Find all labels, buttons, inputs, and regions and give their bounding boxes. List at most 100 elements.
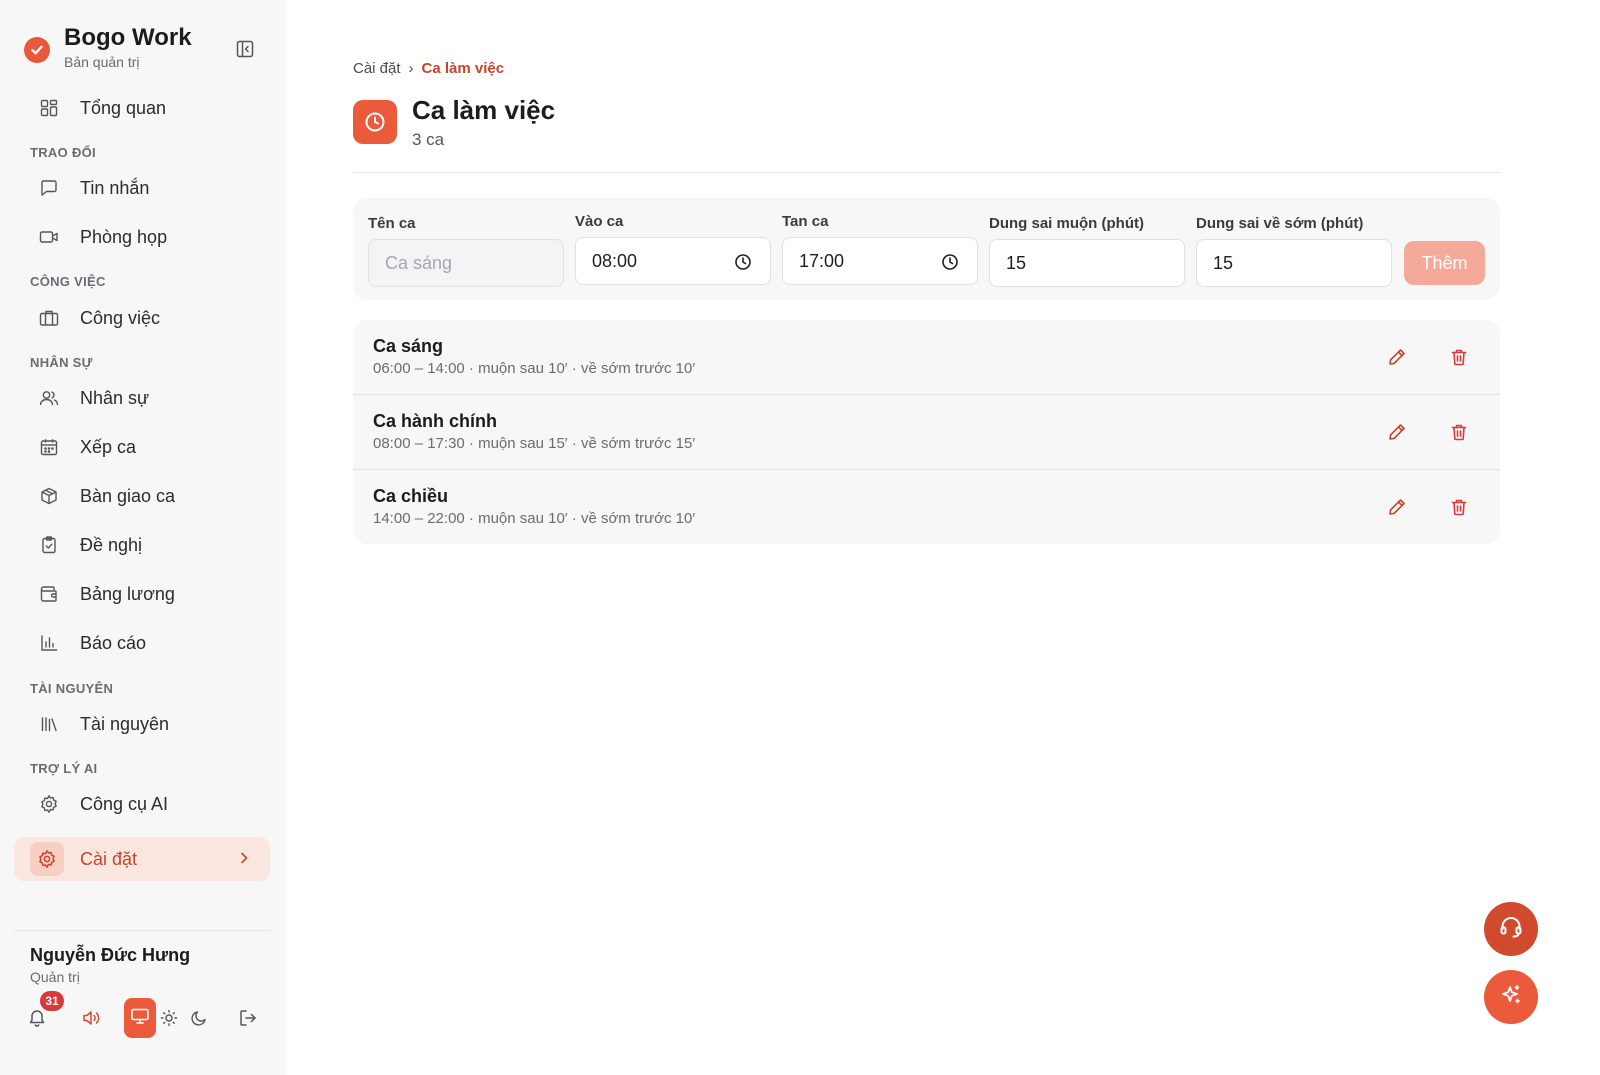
user-role: Quản trị [30, 969, 80, 985]
trash-icon[interactable] [1447, 495, 1471, 519]
early-tolerance-input[interactable]: 15 [1196, 239, 1392, 287]
shift-name: Ca hành chính [373, 411, 498, 431]
add-shift-button[interactable]: Thêm [1404, 241, 1485, 285]
clock-icon [353, 100, 397, 144]
headset-icon [1498, 914, 1524, 945]
clipboard-check-icon [32, 528, 66, 562]
sidebar-item-label: Đề nghị [80, 534, 143, 555]
trash-icon[interactable] [1447, 420, 1471, 444]
monitor-icon [130, 1007, 150, 1030]
shift-list: Ca sáng 06:00 – 14:00 · muộn sau 10′ · v… [353, 320, 1500, 544]
start-time-label: Vào ca [575, 213, 624, 230]
late-tolerance-input[interactable]: 15 [989, 239, 1185, 287]
brand[interactable]: Bogo Work Bản quản trị [24, 24, 192, 70]
sidebar-item-messages[interactable]: Tin nhắn [14, 166, 270, 210]
ai-assistant-button[interactable] [1484, 970, 1538, 1024]
pencil-icon[interactable] [1385, 420, 1409, 444]
user-name: Nguyễn Đức Hưng [30, 945, 191, 965]
breadcrumb-current: Ca làm việc [421, 60, 505, 77]
sidebar-item-requests[interactable]: Đề nghị [14, 523, 270, 567]
sidebar-item-payroll[interactable]: Bảng lương [14, 572, 270, 616]
sidebar-item-scheduling[interactable]: Xếp ca [14, 425, 270, 469]
shift-name-label: Tên ca [368, 215, 416, 232]
early-tolerance-label: Dung sai về sớm (phút) [1196, 215, 1364, 232]
collapse-sidebar-icon[interactable] [234, 38, 256, 60]
sidebar-item-settings[interactable]: Cài đặt [14, 837, 270, 881]
sidebar-item-label: Bảng lương [80, 583, 175, 604]
sidebar-item-label: Báo cáo [80, 632, 147, 653]
shift-details: 06:00 – 14:00 · muộn sau 10′ · về sớm tr… [373, 360, 696, 377]
library-icon [32, 707, 66, 741]
support-button[interactable] [1484, 902, 1538, 956]
brand-logo-icon [24, 37, 50, 63]
section-label-tai-nguyen: TÀI NGUYÊN [30, 681, 114, 696]
page-subtitle: 3 ca [412, 130, 445, 149]
list-item: Ca chiều 14:00 – 22:00 · muộn sau 10′ · … [353, 470, 1500, 544]
end-time-input[interactable]: 17:00 [782, 237, 978, 285]
system-theme-button[interactable] [124, 998, 156, 1038]
section-label-tro-ly-ai: TRỢ LÝ AI [30, 761, 98, 776]
sidebar-item-staff[interactable]: Nhân sự [14, 376, 270, 420]
sidebar-item-label: Nhân sự [80, 387, 150, 408]
video-icon [32, 220, 66, 254]
shift-details: 14:00 – 22:00 · muộn sau 10′ · về sớm tr… [373, 510, 696, 527]
section-label-cong-viec: CÔNG VIỆC [30, 274, 106, 289]
shift-name: Ca sáng [373, 336, 444, 356]
gear-icon [30, 842, 64, 876]
sidebar-item-meeting-rooms[interactable]: Phòng họp [14, 215, 270, 259]
sidebar-item-tasks[interactable]: Công việc [14, 296, 270, 340]
grid-icon [32, 91, 66, 125]
end-time-label: Tan ca [782, 213, 829, 230]
sidebar-item-resources[interactable]: Tài nguyên [14, 702, 270, 746]
package-icon [32, 479, 66, 513]
calendar-icon [32, 430, 66, 464]
sidebar-item-overview[interactable]: Tổng quan [14, 86, 270, 130]
pencil-icon[interactable] [1385, 495, 1409, 519]
sparkle-icon [1499, 983, 1523, 1012]
sidebar-item-reports[interactable]: Báo cáo [14, 621, 270, 665]
start-time-input[interactable]: 08:00 [575, 237, 771, 285]
app-title: Bogo Work [64, 24, 192, 51]
chevron-right-icon [236, 850, 252, 871]
section-label-trao-doi: TRAO ĐỔI [30, 145, 96, 160]
sidebar-item-label: Tổng quan [80, 97, 167, 118]
clock-icon[interactable] [734, 253, 752, 276]
sidebar-item-label: Cài đặt [80, 848, 138, 869]
section-label-nhan-su: NHÂN SỰ [30, 355, 93, 370]
header-divider [353, 172, 1500, 173]
moon-icon[interactable] [188, 1006, 210, 1030]
shift-name-input[interactable]: Ca sáng [368, 239, 564, 287]
list-item: Ca hành chính 08:00 – 17:30 · muộn sau 1… [353, 395, 1500, 469]
sidebar-item-ai-tools[interactable]: Công cụ AI [14, 782, 270, 826]
sidebar-item-label: Bàn giao ca [80, 485, 176, 506]
sidebar-item-label: Phòng họp [80, 226, 168, 247]
logout-icon[interactable] [236, 1006, 260, 1030]
clock-icon[interactable] [941, 253, 959, 276]
late-tolerance-label: Dung sai muộn (phút) [989, 215, 1144, 232]
sun-icon[interactable] [158, 1006, 180, 1030]
speaker-icon[interactable] [79, 1006, 103, 1030]
sidebar-item-label: Công cụ AI [80, 793, 169, 814]
page-title: Ca làm việc [412, 95, 556, 125]
wallet-icon [32, 577, 66, 611]
sidebar-item-label: Tin nhắn [80, 177, 150, 198]
shift-name: Ca chiều [373, 486, 449, 506]
shift-details: 08:00 – 17:30 · muộn sau 15′ · về sớm tr… [373, 435, 696, 452]
pencil-icon[interactable] [1385, 345, 1409, 369]
breadcrumb-parent[interactable]: Cài đặt [353, 60, 401, 77]
bar-chart-icon [32, 626, 66, 660]
message-icon [32, 171, 66, 205]
start-time-value: 08:00 [592, 250, 638, 271]
sidebar-item-label: Tài nguyên [80, 713, 170, 734]
trash-icon[interactable] [1447, 345, 1471, 369]
briefcase-icon [32, 301, 66, 335]
sidebar-item-label: Công việc [80, 307, 161, 328]
sidebar-item-shift-handover[interactable]: Bàn giao ca [14, 474, 270, 518]
users-icon [32, 381, 66, 415]
sidebar: Bogo Work Bản quản trị Tổng quan TRAO ĐỔ… [0, 0, 286, 1075]
sidebar-item-label: Xếp ca [80, 436, 137, 457]
breadcrumb-separator: › [408, 60, 414, 77]
app-subtitle: Bản quản trị [64, 54, 140, 70]
user-profile: Nguyễn Đức Hưng Quản trị [14, 930, 270, 985]
notification-badge: 31 [40, 991, 64, 1011]
